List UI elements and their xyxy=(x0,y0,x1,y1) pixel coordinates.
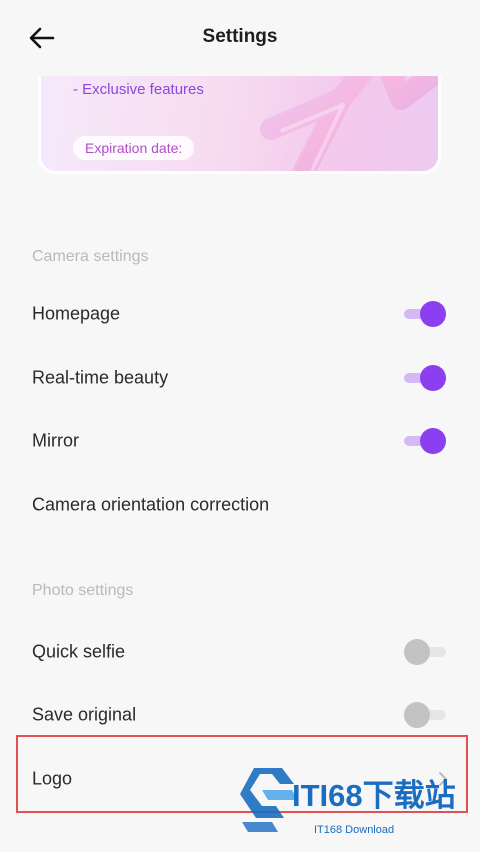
realtime-beauty-toggle[interactable] xyxy=(404,364,448,392)
toggle-knob xyxy=(404,639,430,665)
homepage-label: Homepage xyxy=(32,303,121,324)
quick-selfie-toggle[interactable] xyxy=(404,638,448,666)
save-original-label: Save original xyxy=(32,704,137,725)
mirror-label: Mirror xyxy=(32,430,79,451)
camera-settings-heading: Camera settings xyxy=(32,248,149,265)
realtime-beauty-row[interactable]: Real-time beauty xyxy=(0,350,480,406)
mirror-row[interactable]: Mirror xyxy=(0,413,480,469)
mirror-toggle[interactable] xyxy=(404,427,448,455)
save-original-toggle[interactable] xyxy=(404,701,448,729)
quick-selfie-row[interactable]: Quick selfie xyxy=(0,624,480,680)
top-app-bar: Settings xyxy=(0,0,480,76)
photo-settings-heading: Photo settings xyxy=(32,582,134,599)
homepage-toggle[interactable] xyxy=(404,300,448,328)
toggle-knob xyxy=(420,301,446,327)
vip-feature-text: - Exclusive features xyxy=(73,81,204,98)
camera-orientation-correction-row[interactable]: Camera orientation correction xyxy=(0,477,480,533)
page-title: Settings xyxy=(202,26,278,47)
toggle-knob xyxy=(404,702,430,728)
it168-watermark: ITI68下载站 IT168 Download xyxy=(232,760,472,842)
homepage-row[interactable]: Homepage xyxy=(0,286,480,342)
toggle-knob xyxy=(420,428,446,454)
quick-selfie-label: Quick selfie xyxy=(32,641,126,662)
watermark-subtitle: IT168 Download xyxy=(314,824,395,836)
camera-orientation-correction-label: Camera orientation correction xyxy=(32,494,270,515)
expiration-date-badge: Expiration date: xyxy=(73,136,195,160)
toggle-knob xyxy=(420,365,446,391)
realtime-beauty-label: Real-time beauty xyxy=(32,367,169,388)
settings-page: Settings - Exclusive features Expiration… xyxy=(0,0,480,852)
watermark-brand-text: ITI68下载站 xyxy=(292,778,456,813)
